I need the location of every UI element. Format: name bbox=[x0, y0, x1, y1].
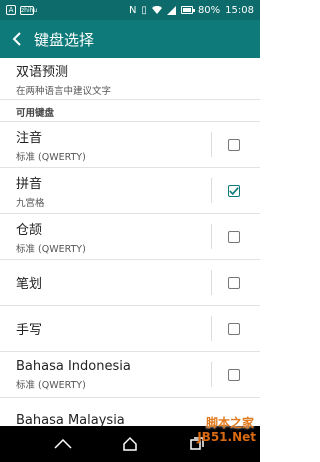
divider bbox=[211, 178, 212, 203]
keyboard-checkbox[interactable] bbox=[228, 322, 240, 335]
keyboard-checkbox[interactable] bbox=[228, 230, 240, 243]
app-bar: 键盘选择 bbox=[0, 20, 260, 58]
vibrate-icon: ▯ bbox=[141, 4, 147, 16]
nfc-icon: N bbox=[128, 4, 137, 16]
battery-icon bbox=[180, 6, 195, 14]
keyboard-checkbox[interactable] bbox=[228, 368, 240, 381]
back-arrow-icon[interactable] bbox=[10, 32, 24, 46]
keyboard-item-pinyin[interactable]: 拼音 九宫格 bbox=[0, 168, 260, 214]
keyboard-item-stroke[interactable]: 笔划 bbox=[0, 260, 260, 306]
keyboard-subtitle: 标准 (QWERTY) bbox=[16, 151, 86, 163]
notification-icon: A bbox=[6, 5, 16, 15]
keyboard-title: 仓颉 bbox=[16, 222, 43, 238]
keyboard-checkbox[interactable] bbox=[228, 138, 240, 151]
keyboard-settings-list[interactable]: 双语预测 在两种语言中建议文字 可用键盘 注音 标准 (QWERTY) 拼音 九… bbox=[0, 58, 260, 426]
status-bar: A zhihu N ▯ 80% 15:08 bbox=[0, 0, 260, 20]
keyboard-title: Bahasa Indonesia bbox=[16, 358, 131, 374]
signal-icon bbox=[166, 5, 176, 15]
bilingual-title: 双语预测 bbox=[16, 64, 69, 80]
divider bbox=[211, 362, 212, 387]
keyboard-item-indonesian[interactable]: Bahasa Indonesia 标准 (QWERTY) bbox=[0, 352, 260, 398]
keyboard-subtitle: 标准 (QWERTY) bbox=[16, 379, 86, 391]
keyboard-title: 注音 bbox=[16, 130, 43, 146]
checkmark-icon bbox=[229, 186, 239, 195]
clock: 15:08 bbox=[225, 4, 254, 16]
bilingual-subtitle: 在两种语言中建议文字 bbox=[16, 85, 112, 97]
divider bbox=[211, 270, 212, 295]
keyboard-item-handwriting[interactable]: 手写 bbox=[0, 306, 260, 352]
battery-percent: 80% bbox=[197, 4, 221, 16]
keyboard-title: 手写 bbox=[16, 323, 43, 338]
keyboard-title: 笔划 bbox=[16, 277, 43, 292]
keyboard-checkbox-checked[interactable] bbox=[228, 184, 240, 197]
back-nav-icon[interactable] bbox=[53, 436, 73, 452]
keyboard-subtitle: 九宫格 bbox=[16, 197, 45, 209]
notification-app-icon: zhihu bbox=[20, 5, 38, 15]
watermark-site-url: JB51.Net bbox=[197, 430, 256, 444]
available-keyboards-header: 可用键盘 bbox=[0, 100, 260, 122]
bilingual-prediction-item[interactable]: 双语预测 在两种语言中建议文字 bbox=[0, 58, 260, 100]
keyboard-item-cangjie[interactable]: 仓颉 标准 (QWERTY) bbox=[0, 214, 260, 260]
keyboard-item-zhuyin[interactable]: 注音 标准 (QWERTY) bbox=[0, 122, 260, 168]
keyboard-subtitle: 标准 (QWERTY) bbox=[16, 243, 86, 255]
page-title: 键盘选择 bbox=[34, 30, 95, 49]
divider bbox=[211, 316, 212, 341]
keyboard-checkbox[interactable] bbox=[228, 276, 240, 289]
home-nav-icon[interactable] bbox=[120, 436, 140, 452]
keyboard-title: 拼音 bbox=[16, 176, 43, 192]
divider bbox=[211, 132, 212, 157]
watermark-site-name: 脚本之家 bbox=[205, 416, 254, 430]
divider bbox=[211, 224, 212, 249]
wifi-icon bbox=[151, 5, 162, 14]
